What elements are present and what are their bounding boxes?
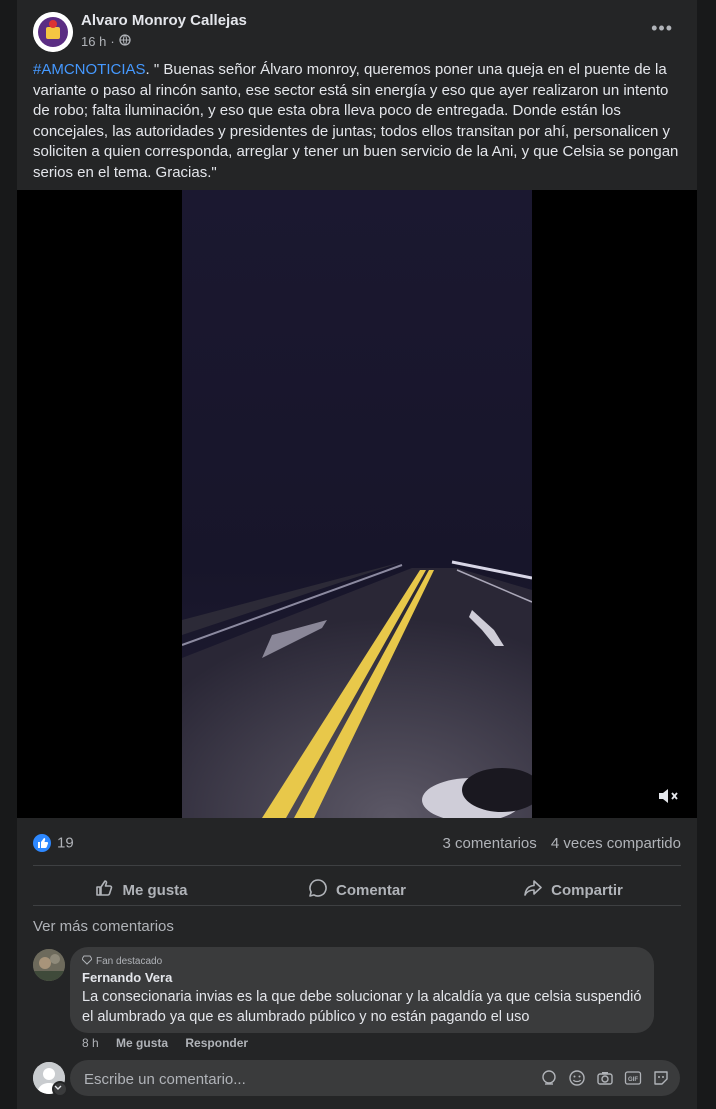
post-meta: 16 h · — [81, 34, 131, 49]
hashtag-link[interactable]: #AMCNOTICIAS — [33, 61, 146, 78]
commenter-avatar[interactable] — [33, 949, 65, 981]
like-reaction-icon[interactable] — [33, 834, 51, 853]
sticker-icon[interactable] — [652, 1069, 670, 1087]
share-icon — [523, 878, 543, 902]
fan-badge: Fan destacado — [81, 955, 163, 968]
post-actions: Me gusta Comentar Compartir — [33, 870, 681, 910]
avatar-sticker-icon[interactable] — [540, 1069, 558, 1087]
comment-input[interactable] — [82, 1060, 526, 1098]
post-footer: 19 3 comentarios 4 veces compartido Me g… — [17, 818, 697, 1109]
comment-text: La consecionaria invias es la que debe s… — [82, 989, 642, 1025]
video-player[interactable] — [17, 190, 697, 818]
comment-button-label: Comentar — [335, 881, 406, 899]
video-frame — [182, 190, 532, 818]
chevron-down-icon[interactable] — [52, 1081, 68, 1097]
comment-input-box[interactable]: GIF — [70, 1060, 680, 1098]
emoji-icon[interactable] — [568, 1069, 586, 1087]
comment-like-link[interactable]: Me gusta — [116, 1036, 168, 1050]
comment-button[interactable]: Comentar — [249, 870, 465, 910]
comment-count[interactable]: 3 comentarios — [443, 835, 537, 852]
comment-meta: 8 h Me gusta Responder — [82, 1036, 262, 1050]
svg-text:GIF: GIF — [628, 1077, 638, 1083]
share-button[interactable]: Compartir — [465, 870, 681, 910]
comment-icon — [308, 878, 328, 902]
post-card: Alvaro Monroy Callejas 16 h · ••• #AMCNO… — [17, 0, 697, 190]
diamond-icon — [81, 955, 93, 968]
mute-icon[interactable] — [657, 786, 679, 811]
post-time[interactable]: 16 h — [81, 34, 106, 49]
like-button-label: Me gusta — [122, 881, 188, 899]
commenter-name[interactable]: Fernando Vera — [82, 970, 172, 985]
camera-icon[interactable] — [596, 1069, 614, 1087]
like-button[interactable]: Me gusta — [33, 870, 249, 910]
comment-time[interactable]: 8 h — [82, 1036, 99, 1050]
comment-reply-link[interactable]: Responder — [185, 1036, 248, 1050]
divider — [33, 905, 681, 906]
share-count[interactable]: 4 veces compartido — [551, 835, 681, 852]
gif-icon[interactable]: GIF — [624, 1069, 642, 1087]
post-text: #AMCNOTICIAS. " Buenas señor Álvaro monr… — [33, 60, 685, 183]
author-avatar[interactable] — [33, 12, 73, 52]
post-body: . " Buenas señor Álvaro monroy, queremos… — [33, 61, 679, 181]
divider — [33, 865, 681, 866]
share-button-label: Compartir — [551, 881, 623, 899]
reactions-row: 19 3 comentarios 4 veces compartido — [33, 834, 681, 854]
like-count[interactable]: 19 — [57, 835, 74, 852]
more-options-icon[interactable]: ••• — [651, 18, 673, 39]
thumbs-up-icon — [94, 878, 114, 902]
globe-icon — [119, 34, 131, 49]
fan-badge-label: Fan destacado — [96, 956, 163, 967]
comment-bubble: Fan destacado Fernando Vera La consecion… — [70, 947, 654, 1033]
view-more-comments-link[interactable]: Ver más comentarios — [33, 918, 174, 935]
author-name[interactable]: Alvaro Monroy Callejas — [81, 12, 247, 29]
